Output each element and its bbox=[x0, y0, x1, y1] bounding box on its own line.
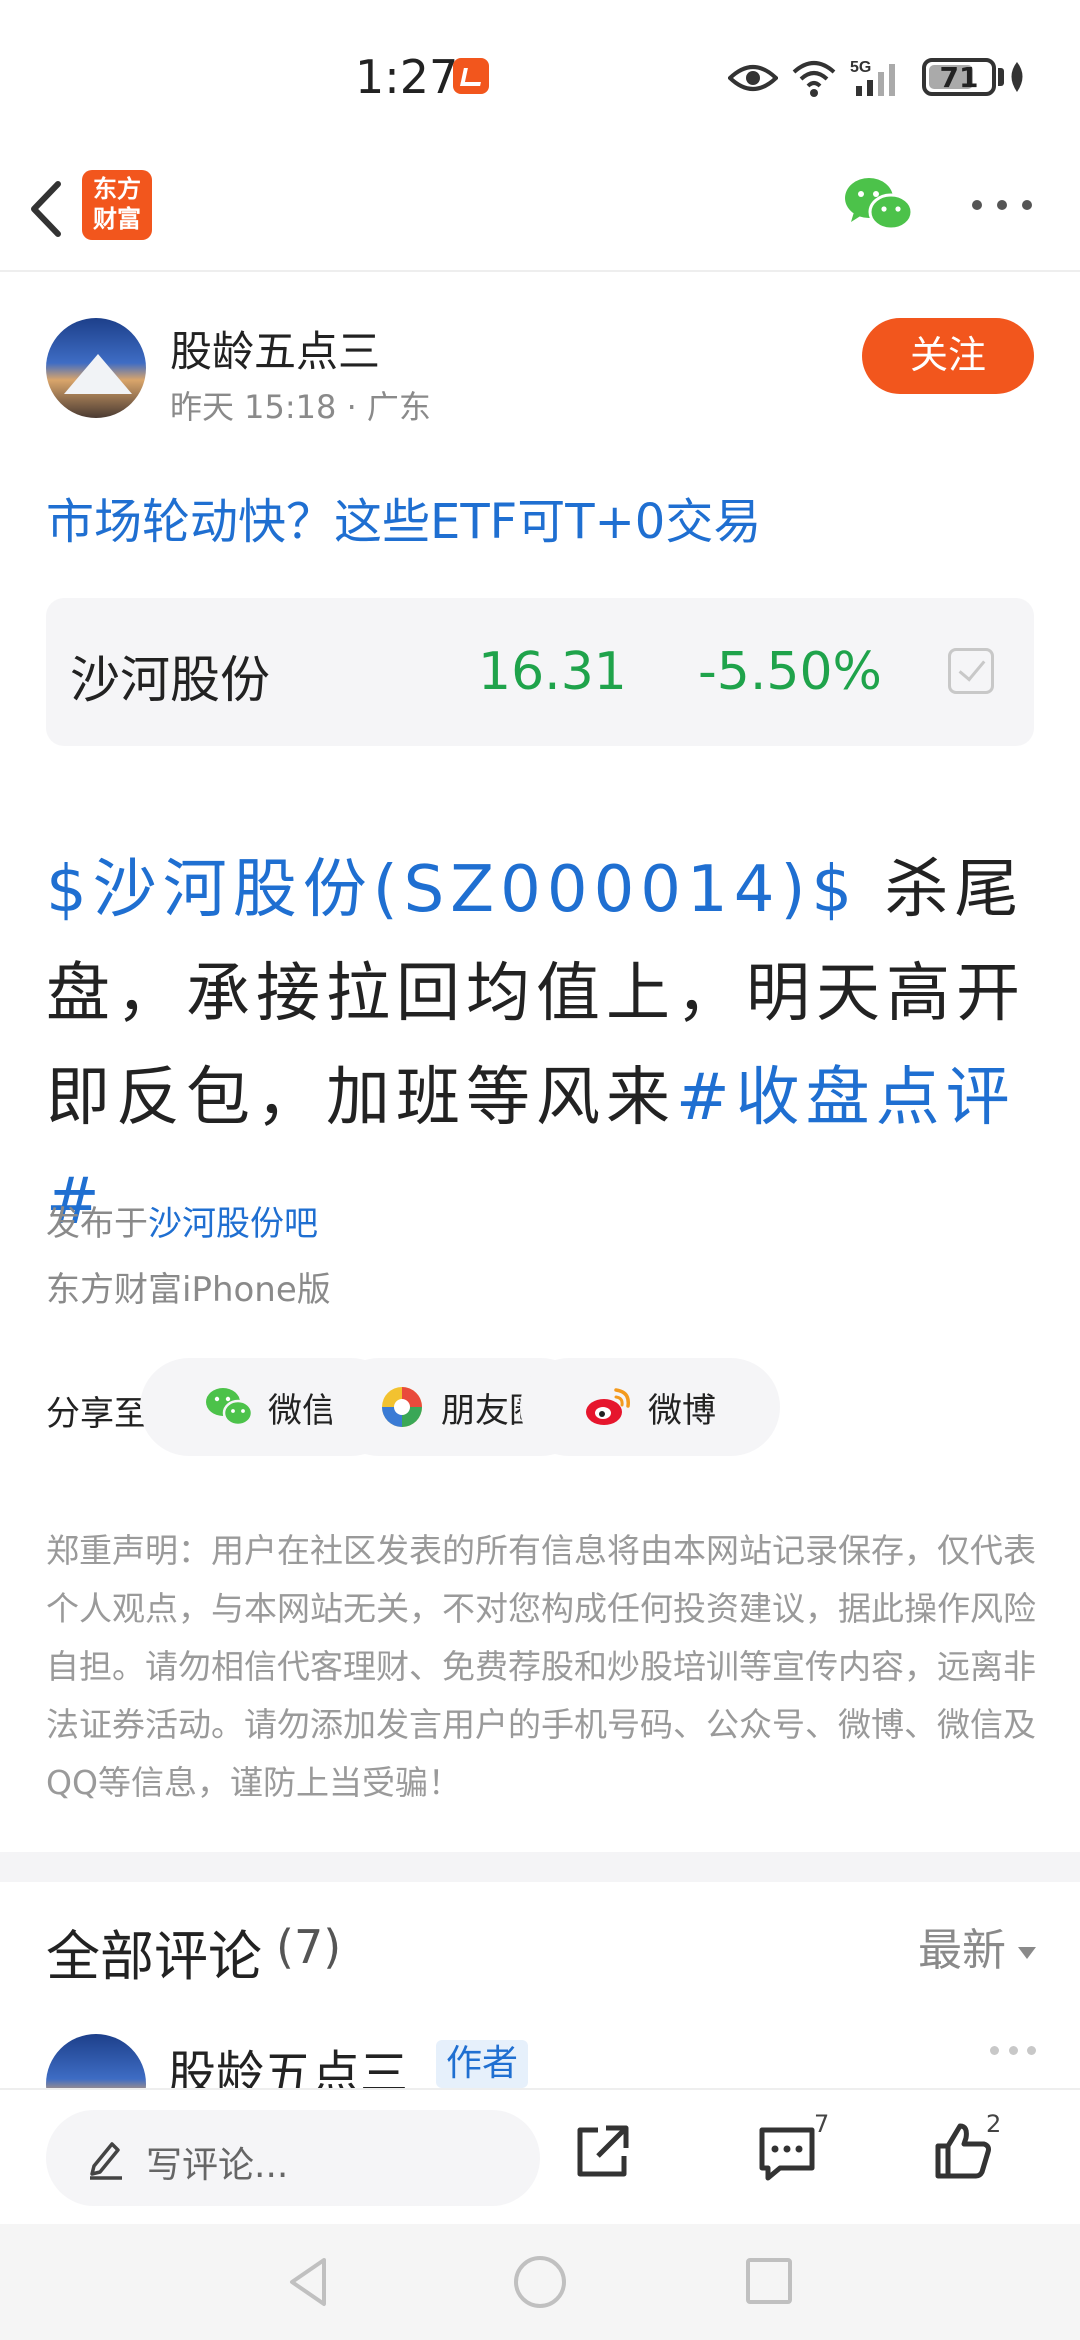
thumbs-up-icon[interactable] bbox=[932, 2120, 994, 2182]
signal-icon: 5G bbox=[850, 59, 895, 96]
wechat-icon[interactable] bbox=[842, 174, 914, 234]
comment-author-name[interactable]: 股龄五点三 bbox=[168, 2034, 408, 2088]
avatar[interactable] bbox=[46, 318, 146, 418]
stock-bar-link[interactable]: 沙河股份吧 bbox=[148, 1204, 318, 1244]
author-name[interactable]: 股龄五点三 bbox=[170, 318, 380, 379]
client-info: 东方财富iPhone版 bbox=[46, 1270, 331, 1310]
comment-more-icon[interactable] bbox=[990, 2046, 1036, 2058]
comments-title: 全部评论 bbox=[46, 1925, 262, 1988]
bottom-action-bar: 写评论... 7 2 bbox=[0, 2088, 1080, 2224]
stock-tag-link[interactable]: $沙河股份(SZ000014)$ bbox=[46, 853, 858, 927]
comment-avatar[interactable] bbox=[46, 2034, 146, 2088]
comments-header: 全部评论 (7) 最新 bbox=[46, 1904, 1036, 1994]
eye-icon bbox=[728, 65, 778, 91]
post-body: $沙河股份(SZ000014)$ 杀尾盘，承接拉回均值上，明天高开即反包，加班等… bbox=[46, 838, 1046, 1254]
sort-select[interactable]: 最新 bbox=[918, 1914, 1036, 1978]
system-nav-bar bbox=[0, 2224, 1080, 2340]
status-bar: 1:27 5G 71 bbox=[0, 0, 1080, 150]
meta-separator: · bbox=[336, 388, 367, 426]
share-wechat-label: 微信 bbox=[268, 1390, 336, 1431]
post-meta: 昨天 15:18 · 广东 bbox=[170, 382, 431, 428]
disclaimer: 郑重声明：用户在社区发表的所有信息将由本网站记录保存，仅代表个人观点，与本网站无… bbox=[46, 1531, 1036, 1802]
share-weibo-label: 微博 bbox=[648, 1390, 716, 1431]
leaf-icon bbox=[1011, 62, 1023, 92]
comments-count: (7) bbox=[276, 1920, 342, 1974]
watchlist-checkbox[interactable] bbox=[948, 648, 994, 694]
moments-icon bbox=[382, 1387, 422, 1427]
publish-info: 发布于沙河股份吧 bbox=[46, 1196, 318, 1245]
top-nav: 东方 财富 bbox=[0, 150, 1080, 272]
wifi-icon bbox=[792, 61, 836, 97]
author-row: 股龄五点三 昨天 15:18 · 广东 关注 bbox=[46, 318, 1036, 426]
battery-cap bbox=[998, 68, 1004, 86]
comment-item: 股龄五点三 作者 bbox=[46, 2034, 1036, 2088]
post-location: 广东 bbox=[366, 388, 431, 426]
share-row: 分享至: 微信 朋友圈 微博 bbox=[46, 1358, 1036, 1458]
more-icon[interactable] bbox=[972, 200, 1032, 216]
comment-input[interactable]: 写评论... bbox=[46, 2110, 540, 2206]
status-time: 1:27 bbox=[355, 50, 459, 104]
follow-button[interactable]: 关注 bbox=[862, 318, 1034, 394]
battery-icon: 71 bbox=[922, 58, 996, 96]
publish-prefix: 发布于 bbox=[46, 1204, 148, 1244]
wechat-icon bbox=[206, 1388, 254, 1427]
related-article-link[interactable]: 市场轮动快？这些ETF可T+0交易 bbox=[46, 482, 761, 552]
stock-price: 16.31 bbox=[478, 642, 627, 702]
caret-down-icon bbox=[1018, 1947, 1036, 1959]
weibo-icon bbox=[586, 1388, 630, 1425]
back-arrow-icon[interactable] bbox=[20, 174, 70, 244]
nav-recent-icon[interactable] bbox=[746, 2258, 792, 2304]
app-notification-icon bbox=[453, 58, 489, 94]
stock-name: 沙河股份 bbox=[70, 651, 270, 709]
nav-back-icon[interactable] bbox=[284, 2254, 334, 2310]
share-weibo-button[interactable]: 微博 bbox=[520, 1358, 780, 1456]
stock-change: -5.50% bbox=[698, 642, 882, 702]
stock-card[interactable]: 沙河股份 16.31 -5.50% bbox=[46, 598, 1034, 746]
brand-logo: 东方 财富 bbox=[82, 170, 152, 240]
comment-placeholder: 写评论... bbox=[146, 2145, 289, 2186]
comment-count: 7 bbox=[814, 2110, 830, 2138]
nav-home-icon[interactable] bbox=[514, 2256, 566, 2308]
share-icon[interactable] bbox=[572, 2122, 632, 2182]
sort-label: 最新 bbox=[918, 1925, 1006, 1976]
brand-logo-text: 东方 财富 bbox=[93, 175, 141, 233]
battery-level: 71 bbox=[939, 61, 979, 94]
author-badge: 作者 bbox=[436, 2040, 529, 2088]
post-time: 昨天 15:18 bbox=[170, 388, 337, 426]
like-count: 2 bbox=[986, 2110, 1002, 2138]
comment-icon[interactable] bbox=[756, 2122, 818, 2184]
section-divider bbox=[0, 1852, 1080, 1882]
pen-icon bbox=[90, 2142, 122, 2180]
network-type-label: 5G bbox=[850, 59, 871, 76]
